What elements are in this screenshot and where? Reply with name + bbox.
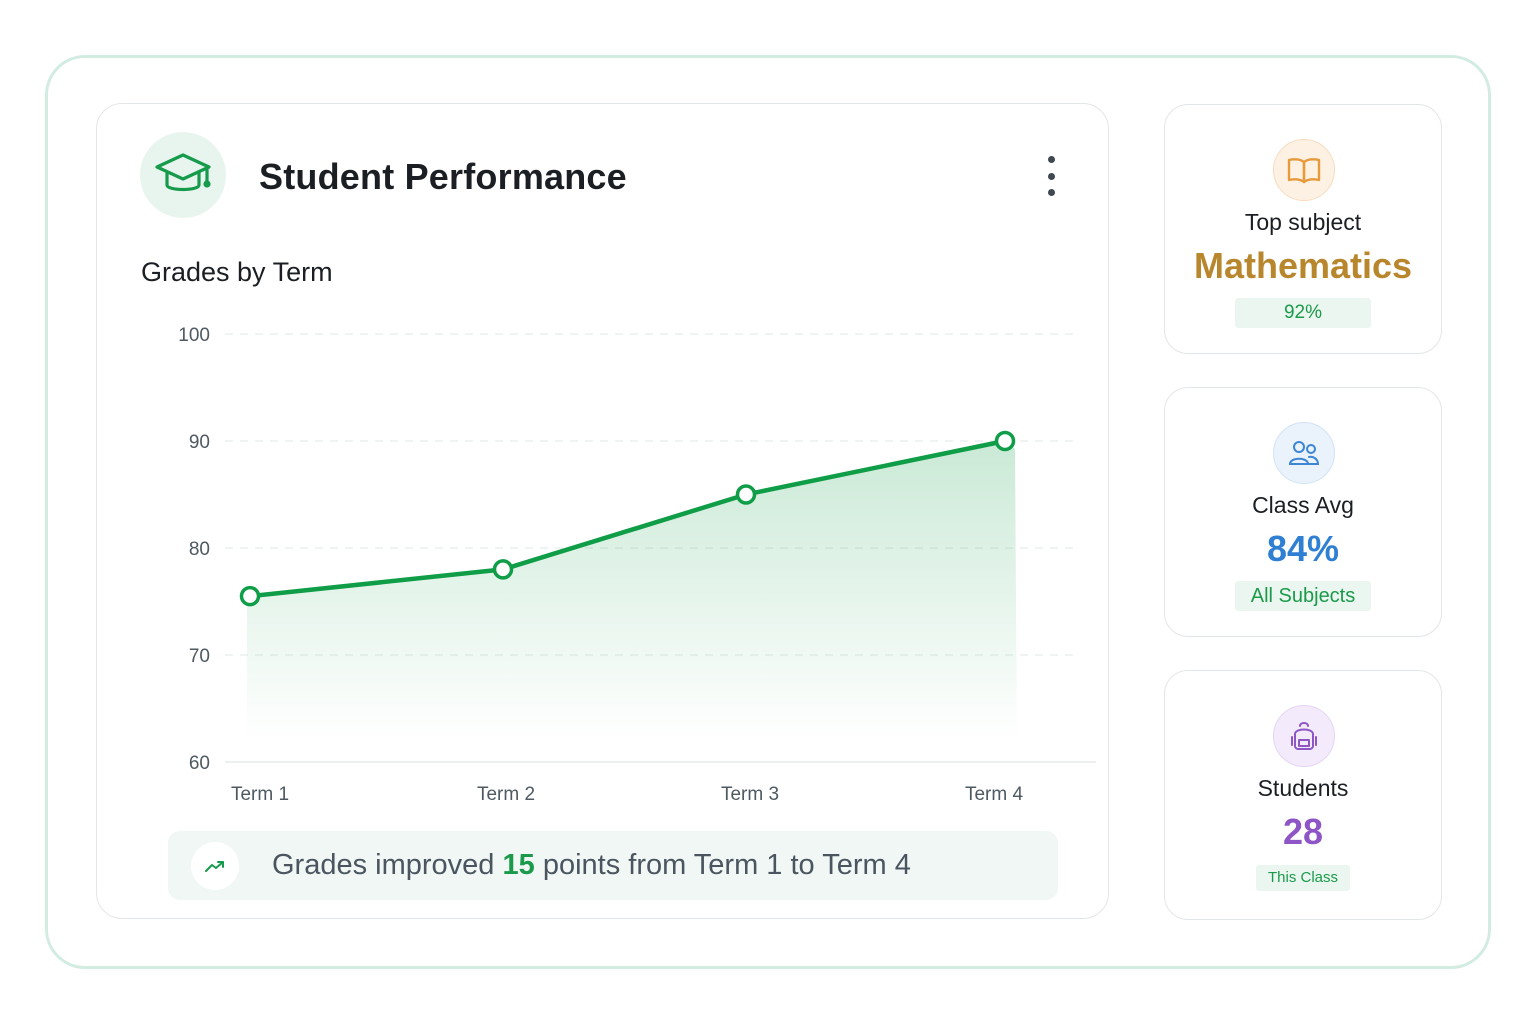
stat-card-top-subject: Top subject Mathematics 92% xyxy=(1164,104,1442,354)
stat-value: 28 xyxy=(1282,811,1324,852)
stat-value: Mathematics xyxy=(1193,245,1413,286)
y-tick-label: 70 xyxy=(189,646,210,667)
stat-label: Students xyxy=(1257,775,1349,801)
data-point xyxy=(492,559,514,580)
data-point xyxy=(735,484,757,505)
trending-up-icon xyxy=(191,842,239,890)
x-tick-label: Term 4 xyxy=(965,784,1024,805)
backpack-icon xyxy=(1273,705,1335,767)
data-point xyxy=(239,585,261,607)
data-point xyxy=(994,430,1016,452)
book-icon xyxy=(1273,139,1335,201)
insight-prefix: Grades improved xyxy=(272,849,503,881)
stat-card-students: Students 28 This Class xyxy=(1164,670,1442,920)
x-tick-label: Term 2 xyxy=(477,784,535,805)
x-tick-label: Term 1 xyxy=(231,784,289,805)
stat-label: Class Avg xyxy=(1252,492,1354,518)
stat-pill: All Subjects xyxy=(1235,581,1371,611)
y-tick-label: 80 xyxy=(189,539,210,560)
stat-label: Top subject xyxy=(1244,209,1362,235)
y-tick-label: 90 xyxy=(189,432,210,453)
series-area xyxy=(247,441,1017,740)
stat-value: 84% xyxy=(1266,528,1340,569)
x-tick-label: Term 3 xyxy=(721,784,779,805)
y-tick-label: 60 xyxy=(189,753,210,774)
users-icon xyxy=(1273,422,1335,484)
insight-suffix: points from Term 1 to Term 4 xyxy=(534,849,911,881)
insight-bar: Grades improved 15 points from Term 1 to… xyxy=(168,831,1058,900)
insight-highlight: 15 xyxy=(502,849,535,881)
stat-pill: 92% xyxy=(1235,298,1371,328)
stat-pill: This Class xyxy=(1256,865,1350,891)
insight-text: Grades improved 15 points from Term 1 to… xyxy=(272,849,911,882)
stat-card-class-avg: Class Avg 84% All Subjects xyxy=(1164,387,1442,637)
y-tick-label: 100 xyxy=(178,325,210,346)
